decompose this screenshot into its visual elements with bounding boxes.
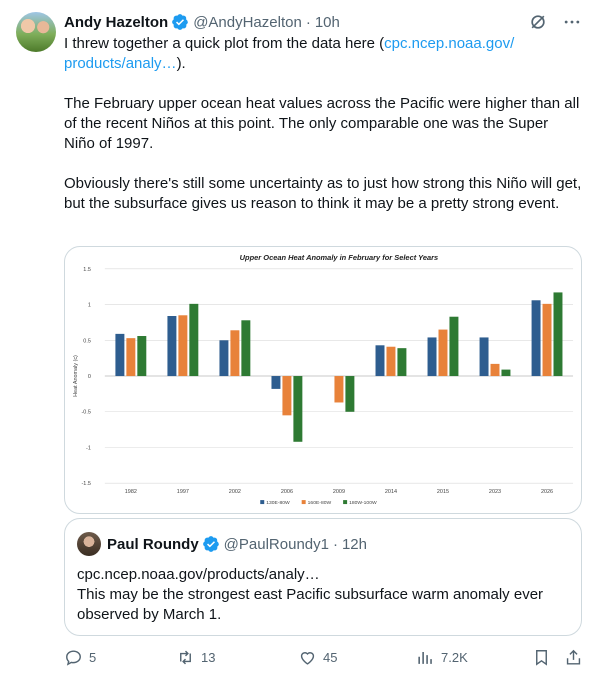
x-tick-label: 2014 (385, 489, 397, 495)
bar-160E-80W-2006 (282, 376, 292, 416)
legend-swatch-160E-80W (301, 500, 306, 505)
bar-160E-80W-2026 (542, 303, 552, 377)
y-tick-label: -1.5 (81, 481, 90, 487)
quote-author-name: Paul Roundy (107, 535, 199, 553)
legend-label: 130E-80W (266, 500, 290, 506)
bar-130E-80W-2026 (531, 300, 541, 377)
chart-title: Upper Ocean Heat Anomaly in February for… (240, 253, 438, 262)
reply-count: 5 (89, 650, 97, 665)
x-tick-label: 1997 (177, 489, 189, 495)
repost-button[interactable]: 13 (176, 648, 215, 667)
grok-icon[interactable] (528, 12, 548, 32)
x-tick-label: 2015 (437, 489, 449, 495)
bar-160E-80W-2015 (438, 329, 448, 377)
repost-count: 13 (201, 650, 216, 665)
bar-130E-80W-1982 (115, 333, 125, 377)
bar-130E-80W-2015 (427, 337, 437, 377)
views-button[interactable]: 7.2K (416, 648, 468, 667)
bar-160E-80W-2009 (334, 376, 344, 403)
bar-130E-80W-2002 (219, 340, 229, 377)
legend-swatch-180W-100W (343, 500, 348, 505)
separator-dot: · (305, 13, 311, 31)
verified-badge-icon (202, 536, 219, 552)
views-icon (418, 651, 432, 664)
quote-header: Paul Roundy @PaulRoundy1 · 12h (77, 532, 367, 556)
tweet-paragraph-3: Obviously there's still some uncertainty… (64, 175, 582, 212)
bar-180W-100W-2023 (501, 369, 511, 377)
bar-180W-100W-2009 (345, 376, 355, 412)
tweet-text-intro: I threw together a quick plot from the d… (64, 35, 385, 52)
tweet-paragraph-1: I threw together a quick plot from the d… (64, 34, 582, 74)
chart-image[interactable]: Upper Ocean Heat Anomaly in February for… (64, 246, 582, 514)
bar-160E-80W-2023 (490, 363, 500, 377)
views-count: 7.2K (441, 650, 468, 665)
legend-label: 180W-100W (349, 500, 377, 506)
author-avatar[interactable] (16, 12, 56, 52)
author-handle[interactable]: @AndyHazelton (193, 14, 302, 31)
bar-chart: Upper Ocean Heat Anomaly in February for… (73, 253, 574, 506)
bookmark-icon (536, 650, 547, 666)
bar-180W-100W-2015 (449, 316, 459, 377)
verified-badge-icon (172, 14, 189, 30)
bar-130E-80W-2006 (271, 376, 281, 389)
y-tick-label: 0.5 (83, 338, 91, 344)
legend-label: 160E-80W (308, 500, 332, 506)
legend-swatch-130E-80W (260, 500, 265, 505)
more-options-icon[interactable] (562, 12, 582, 32)
bar-130E-80W-2023 (479, 337, 489, 377)
bar-160E-80W-1997 (178, 315, 188, 377)
tweet-time[interactable]: 10h (315, 14, 340, 31)
bookmark-button[interactable] (532, 648, 551, 667)
share-icon (566, 649, 581, 665)
y-tick-label: 1.5 (83, 267, 91, 273)
x-tick-label: 2023 (489, 489, 501, 495)
share-button[interactable] (564, 648, 583, 667)
bar-130E-80W-1997 (167, 316, 177, 377)
quote-time: 12h (341, 535, 367, 553)
y-axis-label: Heat Anomaly (c) (73, 355, 79, 397)
quote-link-text: cpc.ncep.noaa.gov/products/analy… (77, 566, 320, 583)
quote-author-handle: @PaulRoundy1 (223, 535, 329, 553)
bar-180W-100W-2026 (553, 292, 563, 377)
bar-180W-100W-2006 (293, 376, 303, 442)
tweet-body: I threw together a quick plot from the d… (64, 34, 582, 214)
heart-icon (300, 652, 315, 665)
separator-dot: · (332, 535, 338, 553)
quoted-tweet[interactable]: Paul Roundy @PaulRoundy1 · 12h cpc.ncep.… (64, 518, 582, 636)
bar-160E-80W-1982 (126, 338, 136, 377)
quote-body: cpc.ncep.noaa.gov/products/analy… This m… (77, 565, 571, 625)
tweet-paragraph-2: The February upper ocean heat values acr… (64, 95, 580, 152)
bar-160E-80W-2014 (386, 346, 396, 377)
y-tick-label: 1 (88, 303, 91, 309)
y-tick-label: -1 (86, 445, 91, 451)
like-button[interactable]: 45 (298, 648, 337, 667)
bar-130E-80W-2014 (375, 345, 385, 377)
x-tick-label: 2009 (333, 489, 345, 495)
quote-text: This may be the strongest east Pacific s… (77, 586, 544, 623)
bar-160E-80W-2002 (230, 330, 240, 377)
quote-avatar (77, 532, 101, 556)
x-tick-label: 2006 (281, 489, 293, 495)
author-name[interactable]: Andy Hazelton (64, 14, 168, 31)
action-bar: 5 13 45 7.2K (64, 648, 582, 670)
like-count: 45 (323, 650, 338, 665)
repost-icon (180, 650, 191, 665)
x-tick-label: 1982 (125, 489, 137, 495)
x-tick-label: 2026 (541, 489, 553, 495)
bar-180W-100W-2014 (397, 348, 407, 377)
bar-180W-100W-1997 (189, 303, 199, 377)
tweet-header: Andy Hazelton @AndyHazelton · 10h (64, 12, 582, 32)
reply-icon (66, 650, 81, 666)
y-tick-label: 0 (88, 374, 91, 380)
bar-180W-100W-2002 (241, 320, 251, 377)
reply-button[interactable]: 5 (64, 648, 96, 667)
y-tick-label: -0.5 (81, 410, 90, 416)
x-tick-label: 2002 (229, 489, 241, 495)
bar-180W-100W-1982 (137, 336, 147, 377)
tweet-text-end: ). (176, 55, 186, 72)
